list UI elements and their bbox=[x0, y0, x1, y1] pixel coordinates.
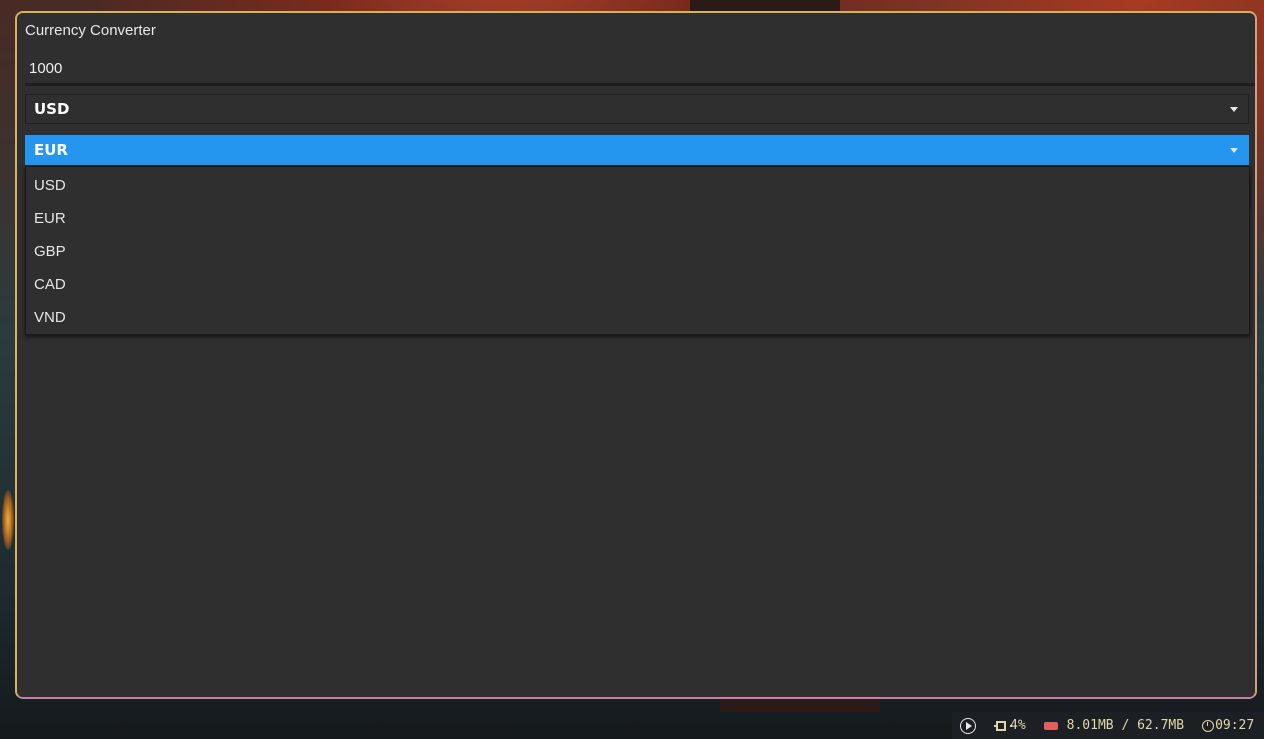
dropdown-option-eur[interactable]: EUR bbox=[26, 202, 1249, 235]
chevron-down-icon bbox=[1230, 107, 1238, 112]
clock-icon bbox=[1202, 719, 1215, 732]
to-currency-select[interactable]: EUR bbox=[25, 135, 1249, 165]
cpu-usage[interactable]: 4% bbox=[994, 718, 1026, 733]
dropdown-option-vnd[interactable]: VND bbox=[26, 301, 1249, 334]
system-tray: 4% 8.01MB / 62.7MB 09:27 bbox=[952, 712, 1264, 739]
dropdown-option-usd[interactable]: USD bbox=[26, 169, 1249, 202]
taskbar: 4% 8.01MB / 62.7MB 09:27 bbox=[0, 712, 1264, 739]
from-currency-value: USD bbox=[34, 100, 70, 118]
memory-icon bbox=[1043, 721, 1058, 730]
from-currency-select[interactable]: USD bbox=[25, 94, 1249, 124]
currency-dropdown-list: USD EUR GBP CAD VND bbox=[25, 166, 1250, 335]
currency-converter-window: Currency Converter USD EUR USD EUR GBP C… bbox=[17, 13, 1255, 697]
clock-value: 09:27 bbox=[1215, 718, 1255, 733]
dropdown-option-gbp[interactable]: GBP bbox=[26, 235, 1249, 268]
wallpaper-glow bbox=[2, 490, 14, 550]
window-title: Currency Converter bbox=[25, 22, 156, 39]
play-circle-icon[interactable] bbox=[960, 717, 976, 734]
wallpaper-strip bbox=[690, 0, 840, 12]
cpu-usage-value: 4% bbox=[1010, 718, 1026, 733]
clock[interactable]: 09:27 bbox=[1184, 718, 1254, 733]
chevron-down-icon bbox=[1230, 148, 1238, 153]
amount-input[interactable] bbox=[25, 53, 1255, 86]
memory-usage-value: 8.01MB / 62.7MB bbox=[1066, 718, 1185, 733]
wallpaper-strip bbox=[720, 698, 880, 712]
to-currency-value: EUR bbox=[34, 141, 68, 159]
dropdown-option-cad[interactable]: CAD bbox=[26, 268, 1249, 301]
cpu-chip-icon bbox=[994, 720, 1012, 731]
memory-usage[interactable]: 8.01MB / 62.7MB bbox=[1026, 718, 1184, 733]
